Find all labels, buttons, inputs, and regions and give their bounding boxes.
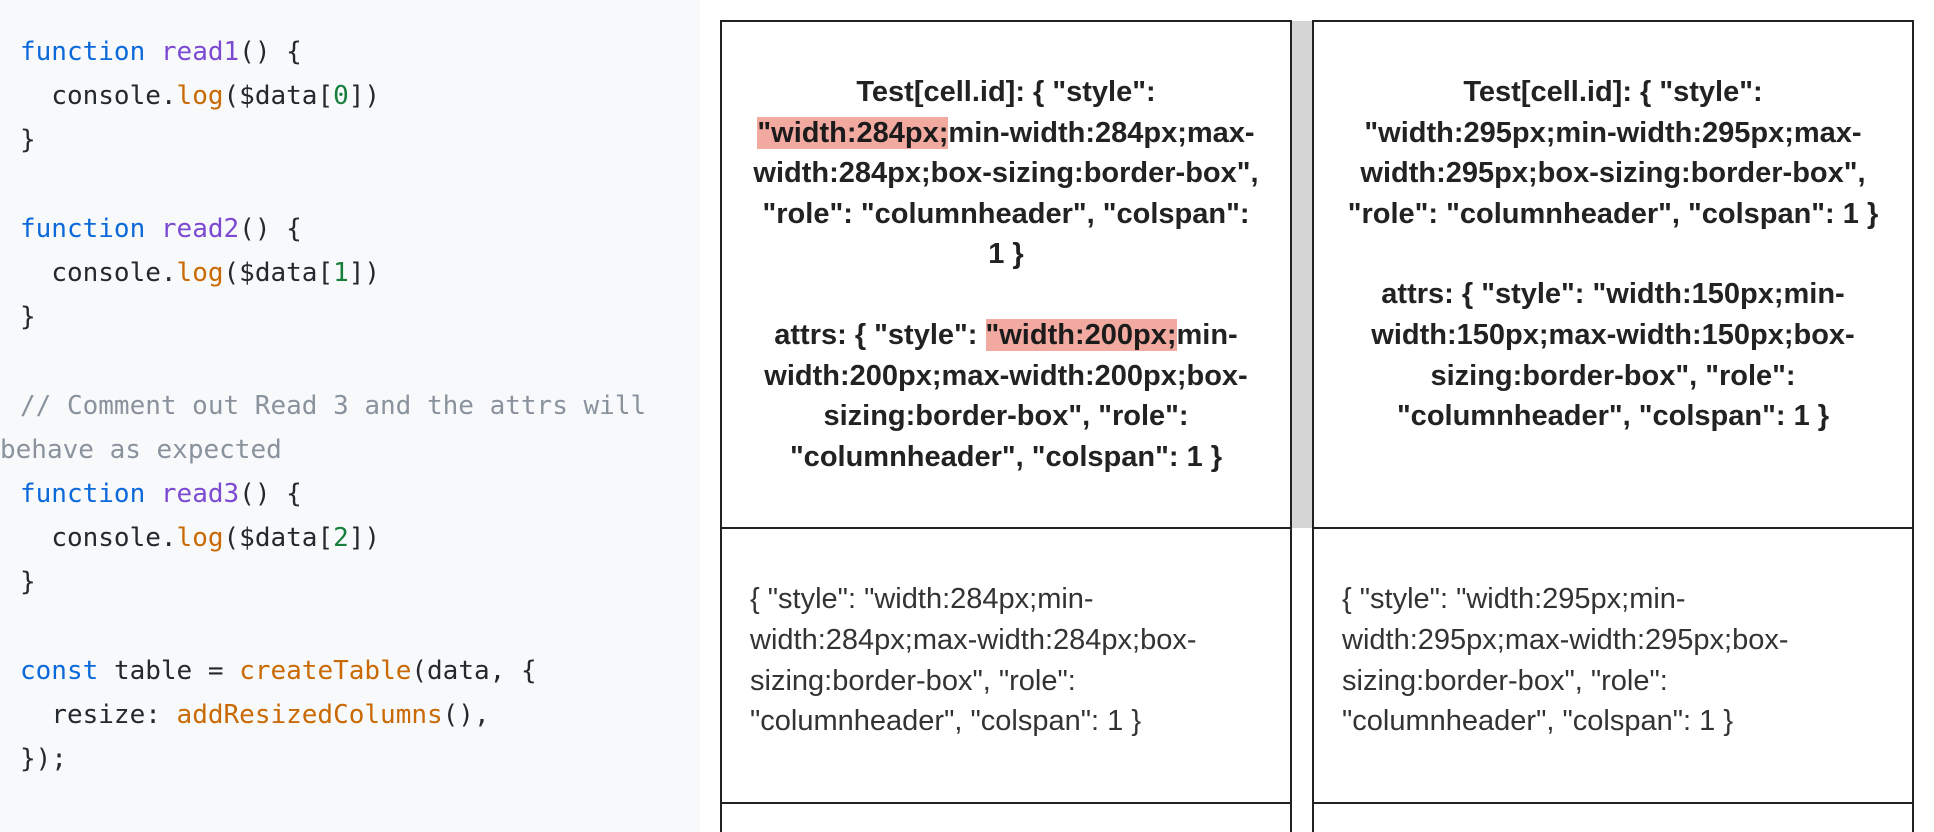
code-key: resize — [51, 700, 145, 730]
keyword-const: const — [20, 656, 98, 686]
code-var: data — [427, 656, 490, 686]
code-punc: } — [20, 125, 36, 155]
code-obj: console — [51, 258, 161, 288]
code-num: 2 — [333, 523, 349, 553]
function-name: read3 — [161, 479, 239, 509]
code-punc: ( — [224, 258, 240, 288]
code-punc: = — [192, 656, 239, 686]
table-row: { "style": "width:284px;min-width:284px;… — [721, 528, 1913, 802]
code-punc: . — [161, 81, 177, 111]
code-call: addResizedColumns — [177, 700, 443, 730]
column-header-2[interactable]: Test[cell.id]: { "style": "width:295px;m… — [1313, 21, 1913, 528]
table-cell: { "style": "width:295px;min-width:295px;… — [1313, 528, 1913, 802]
code-punc: : — [145, 700, 176, 730]
column-header-1[interactable]: Test[cell.id]: { "style": "width:284px;m… — [721, 21, 1291, 528]
code-var: table — [114, 656, 192, 686]
code-comment: behave as expected — [0, 428, 282, 472]
code-punc: , — [474, 700, 490, 730]
table-cell — [1313, 803, 1913, 832]
code-var: $data — [239, 258, 317, 288]
header-cell-text: Test[cell.id]: { "style": — [856, 76, 1155, 108]
table-header-row: Test[cell.id]: { "style": "width:284px;m… — [721, 21, 1913, 528]
code-punc: ] — [349, 523, 365, 553]
code-block[interactable]: function read1() { console.log($data[0])… — [20, 30, 680, 781]
code-punc: { — [521, 656, 537, 686]
highlighted-text: "width:284px; — [757, 117, 948, 149]
column-resize-handle[interactable] — [1291, 803, 1313, 832]
header-cell-text: attrs: { "style": — [774, 319, 985, 351]
output-pane[interactable]: Test[cell.id]: { "style": "width:284px;m… — [700, 0, 1934, 832]
code-punc: ( — [224, 81, 240, 111]
code-punc: } — [20, 567, 36, 597]
code-punc: ( — [224, 523, 240, 553]
code-num: 0 — [333, 81, 349, 111]
app-layout: function read1() { console.log($data[0])… — [0, 0, 1934, 832]
column-resize-handle[interactable] — [1291, 21, 1313, 528]
code-punc: [ — [317, 523, 333, 553]
code-punc: . — [161, 523, 177, 553]
keyword-function: function — [20, 37, 145, 67]
output-table: Test[cell.id]: { "style": "width:284px;m… — [720, 20, 1914, 832]
code-num: 1 — [333, 258, 349, 288]
code-punc: () { — [239, 214, 302, 244]
code-obj: console — [51, 523, 161, 553]
header-attrs-block: attrs: { "style": "width:200px;min-width… — [752, 315, 1260, 477]
header-cell-text: Test[cell.id]: { "style": "width:295px;m… — [1348, 76, 1879, 230]
keyword-function: function — [20, 214, 145, 244]
code-punc: [ — [317, 81, 333, 111]
code-punc: . — [161, 258, 177, 288]
code-punc: ) — [364, 258, 380, 288]
code-punc: }); — [20, 744, 67, 774]
code-punc: () — [443, 700, 474, 730]
function-name: read2 — [161, 214, 239, 244]
code-call: log — [177, 258, 224, 288]
code-punc: } — [20, 302, 36, 332]
code-punc: ] — [349, 81, 365, 111]
code-editor-pane[interactable]: function read1() { console.log($data[0])… — [0, 0, 700, 832]
keyword-function: function — [20, 479, 145, 509]
column-resize-handle[interactable] — [1291, 528, 1313, 802]
code-comment: // Comment out Read 3 and the attrs will — [20, 391, 662, 421]
table-cell: { "style": "width:284px;min-width:284px;… — [721, 528, 1291, 802]
code-call: createTable — [239, 656, 411, 686]
code-punc: ( — [411, 656, 427, 686]
code-obj: console — [51, 81, 161, 111]
code-punc: , — [490, 656, 521, 686]
table-row — [721, 803, 1913, 832]
code-punc: ] — [349, 258, 365, 288]
code-punc: () { — [239, 479, 302, 509]
header-attrs-block: attrs: { "style": "width:150px;min-width… — [1344, 274, 1882, 436]
highlighted-text: "width:200px; — [986, 319, 1177, 351]
table-cell — [721, 803, 1291, 832]
code-call: log — [177, 81, 224, 111]
code-punc: ) — [364, 81, 380, 111]
code-punc: ) — [364, 523, 380, 553]
code-punc: () { — [239, 37, 302, 67]
code-punc: [ — [317, 258, 333, 288]
code-call: log — [177, 523, 224, 553]
code-var: $data — [239, 81, 317, 111]
function-name: read1 — [161, 37, 239, 67]
code-var: $data — [239, 523, 317, 553]
